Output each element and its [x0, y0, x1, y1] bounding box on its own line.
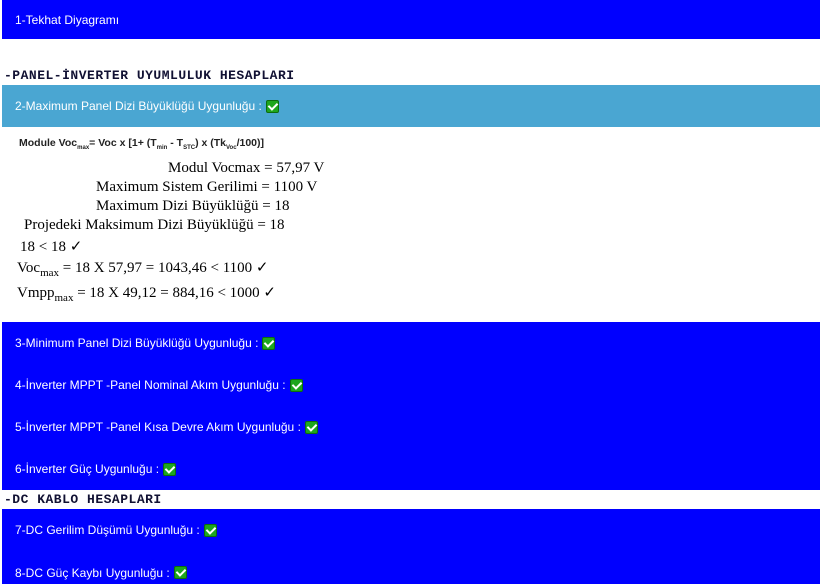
step-5-mppt-short-circuit-current[interactable]: 5-İnverter MPPT -Panel Kısa Devre Akım U…	[2, 406, 820, 448]
step-4-label: 4-İnverter MPPT -Panel Nominal Akım Uygu…	[15, 378, 286, 392]
section-dc-cable-title: -DC KABLO HESAPLARI	[4, 492, 162, 507]
check-icon	[304, 420, 318, 434]
check-icon	[265, 99, 279, 113]
project-max-string-size-line: Projedeki Maksimum Dizi Büyüklüğü = 18	[24, 217, 285, 233]
step-6-label: 6-İnverter Güç Uygunluğu :	[15, 462, 160, 476]
check-icon	[203, 523, 217, 537]
modul-vocmax-line: Modul Vocmax = 57,97 V	[168, 160, 325, 176]
voc-max-calc-line: Vocmax = 18 X 57,97 = 1043,46 < 1100 ✓	[17, 260, 269, 279]
step-5-label: 5-İnverter MPPT -Panel Kısa Devre Akım U…	[15, 420, 301, 434]
compare-line: 18 < 18 ✓	[20, 239, 83, 255]
section-panel-inverter-title: -PANEL-İNVERTER UYUMLULUK HESAPLARI	[4, 68, 295, 83]
step-7-dc-voltage-drop[interactable]: 7-DC Gerilim Düşümü Uygunluğu :	[2, 509, 820, 551]
step-8-label: 8-DC Güç Kaybı Uygunluğu :	[15, 566, 170, 580]
checkmark-icon: ✓	[69, 239, 83, 255]
step-3-label: 3-Minimum Panel Dizi Büyüklüğü Uygunluğu…	[15, 336, 259, 350]
check-icon	[163, 462, 177, 476]
step-2-max-panel-string-size[interactable]: 2-Maximum Panel Dizi Büyüklüğü Uygunluğu…	[2, 85, 820, 127]
check-icon	[289, 378, 303, 392]
checkmark-icon: ✓	[263, 285, 276, 301]
step-4-mppt-nominal-current[interactable]: 4-İnverter MPPT -Panel Nominal Akım Uygu…	[2, 364, 820, 406]
step-2-label: 2-Maximum Panel Dizi Büyüklüğü Uygunluğu…	[15, 99, 262, 113]
max-system-voltage-line: Maximum Sistem Gerilimi = 1100 V	[96, 179, 318, 195]
step-1-label: 1-Tekhat Diyagramı	[15, 12, 120, 27]
step-3-min-panel-string-size[interactable]: 3-Minimum Panel Dizi Büyüklüğü Uygunluğu…	[2, 322, 820, 364]
step-1-single-line-diagram[interactable]: 1-Tekhat Diyagramı	[2, 0, 820, 39]
check-icon	[262, 336, 276, 350]
check-icon	[173, 566, 187, 579]
step-7-label: 7-DC Gerilim Düşümü Uygunluğu :	[15, 523, 200, 537]
step-6-inverter-power[interactable]: 6-İnverter Güç Uygunluğu :	[2, 448, 820, 490]
max-string-size-line: Maximum Dizi Büyüklüğü = 18	[96, 198, 290, 214]
vmpp-max-calc-line: Vmppmax = 18 X 49,12 = 884,16 < 1000 ✓	[17, 285, 276, 304]
checkmark-icon: ✓	[255, 260, 269, 276]
step-8-dc-power-loss[interactable]: 8-DC Güç Kaybı Uygunluğu :	[2, 551, 820, 584]
voc-max-formula: Module Vocmax= Voc x [1+ (Tmin - TSTC) x…	[19, 137, 264, 152]
